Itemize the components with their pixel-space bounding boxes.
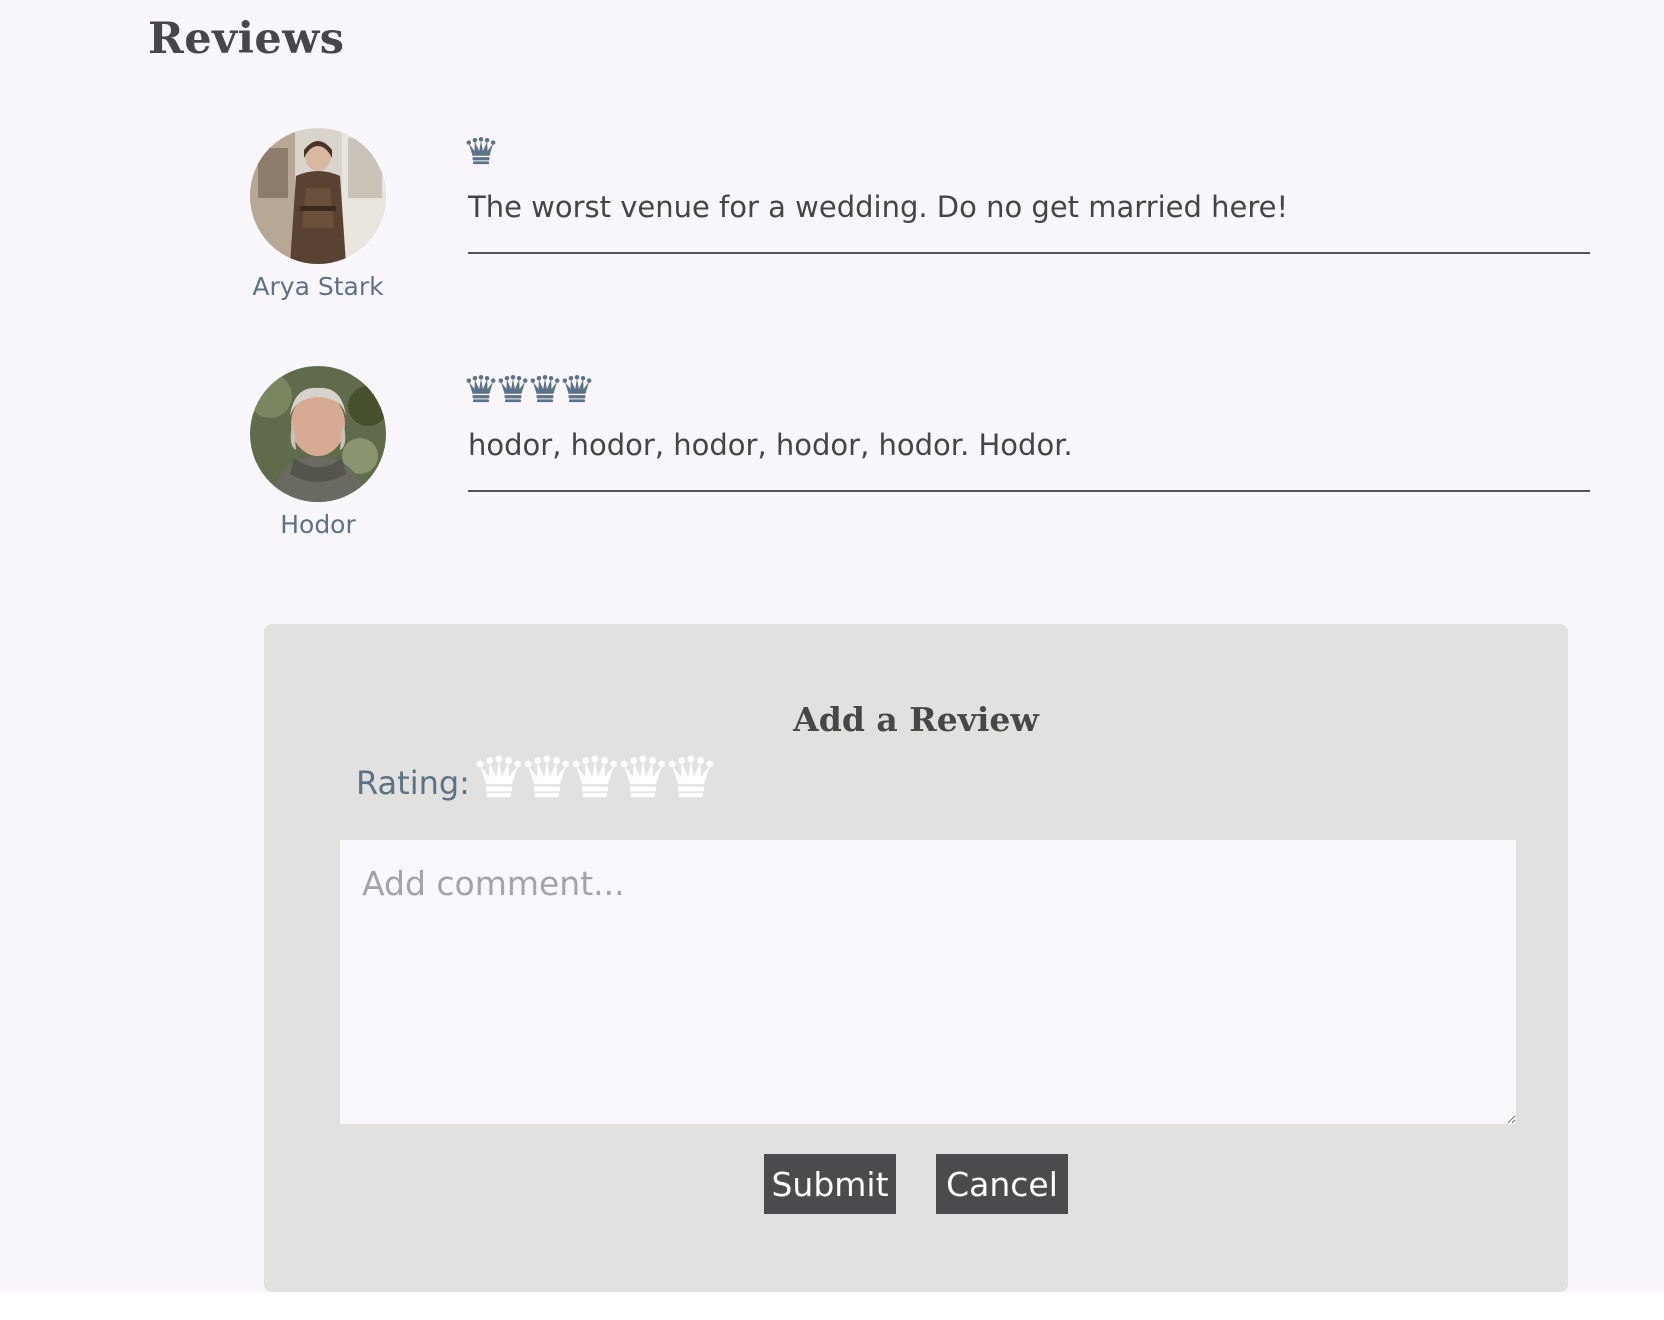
crown-icon <box>498 374 528 404</box>
crown-icon[interactable] <box>572 754 618 800</box>
review-item: Hodor hodor, hodor, hodor, hodor, hodor.… <box>0 366 1664 576</box>
crown-icon[interactable] <box>524 754 570 800</box>
cancel-button[interactable]: Cancel <box>936 1154 1068 1214</box>
reviewer-name: Arya Stark <box>252 272 384 301</box>
divider <box>468 490 1590 492</box>
crown-icon <box>466 136 496 166</box>
review-rating <box>466 374 592 404</box>
crown-icon <box>562 374 592 404</box>
review-comment: hodor, hodor, hodor, hodor, hodor. Hodor… <box>468 428 1073 462</box>
crown-icon[interactable] <box>620 754 666 800</box>
rating-label: Rating: <box>356 764 470 802</box>
submit-button[interactable]: Submit <box>764 1154 896 1214</box>
avatar <box>250 366 386 502</box>
rating-input <box>476 754 714 800</box>
add-review-heading: Add a Review <box>793 700 1039 739</box>
crown-icon[interactable] <box>476 754 522 800</box>
page: Reviews Arya Stark The worst venue for a… <box>0 0 1664 1292</box>
add-review-panel: Add a Review Rating: Submit Cancel <box>264 624 1568 1292</box>
crown-icon <box>466 374 496 404</box>
crown-icon <box>530 374 560 404</box>
avatar <box>250 128 386 264</box>
review-rating <box>466 136 496 166</box>
comment-input[interactable] <box>340 840 1516 1124</box>
reviewer-name: Hodor <box>280 510 356 539</box>
review-comment: The worst venue for a wedding. Do no get… <box>468 190 1289 224</box>
reviews-heading: Reviews <box>148 14 345 64</box>
crown-icon[interactable] <box>668 754 714 800</box>
review-item: Arya Stark The worst venue for a wedding… <box>0 128 1664 338</box>
divider <box>468 252 1590 254</box>
